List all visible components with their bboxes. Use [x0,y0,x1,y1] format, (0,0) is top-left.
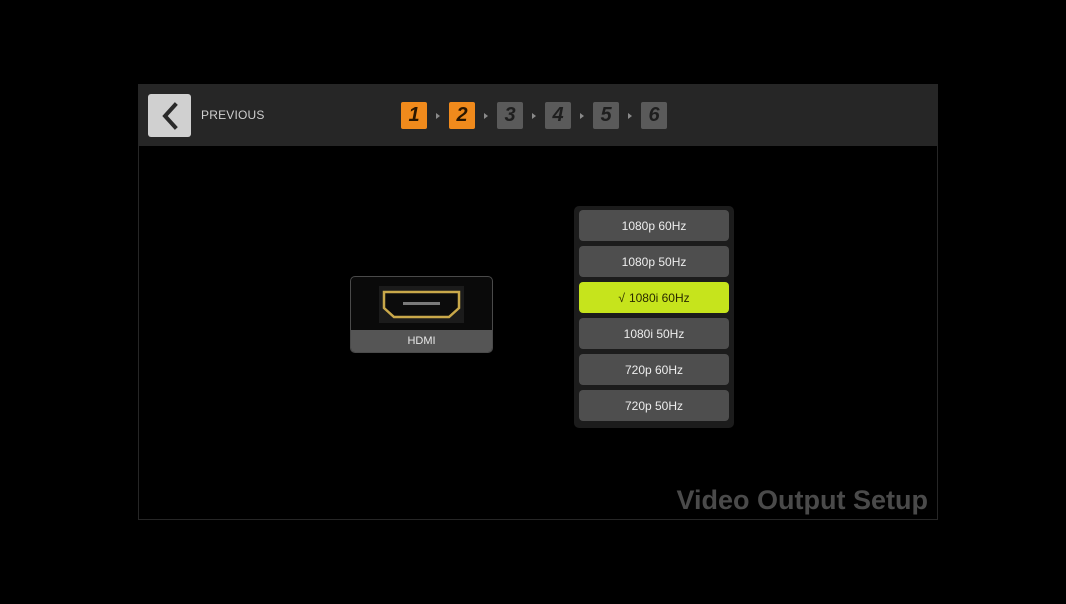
resolution-option-1080i-50hz[interactable]: 1080i 50Hz [579,318,729,349]
hdmi-label: HDMI [351,330,492,352]
resolution-option-label: 720p 50Hz [624,398,684,413]
resolution-option-label: 1080i 60Hz [628,290,690,305]
resolution-option-label: 1080p 50Hz [621,254,687,269]
resolution-option-1080i-60hz[interactable]: √ 1080i 60Hz [579,282,729,313]
step-arrow-icon [475,102,497,129]
hdmi-output-card[interactable]: HDMI [350,276,493,353]
back-button[interactable] [148,94,191,137]
resolution-option-720p-60hz[interactable]: 720p 60Hz [579,354,729,385]
resolution-option-label: 720p 60Hz [624,362,684,377]
chevron-left-icon [161,101,178,130]
hdmi-port-icon [379,286,464,323]
setup-panel: PREVIOUS 1 2 3 4 5 6 HDMI 1080p 60Hz 108… [138,84,938,520]
step-indicator: 1 2 3 4 5 6 [401,101,667,130]
resolution-option-1080p-50hz[interactable]: 1080p 50Hz [579,246,729,277]
step-3[interactable]: 3 [497,102,523,129]
step-4[interactable]: 4 [545,102,571,129]
top-bar: PREVIOUS 1 2 3 4 5 6 [139,85,937,146]
resolution-option-720p-50hz[interactable]: 720p 50Hz [579,390,729,421]
step-arrow-icon [571,102,593,129]
step-arrow-icon [523,102,545,129]
resolution-option-label: 1080i 50Hz [623,326,685,341]
checkmark-icon: √ [618,290,625,305]
resolution-list: 1080p 60Hz 1080p 50Hz √ 1080i 60Hz 1080i… [574,206,734,428]
previous-label[interactable]: PREVIOUS [201,108,265,122]
step-5[interactable]: 5 [593,102,619,129]
resolution-option-1080p-60hz[interactable]: 1080p 60Hz [579,210,729,241]
step-6[interactable]: 6 [641,102,667,129]
step-arrow-icon [427,102,449,129]
screen: PREVIOUS 1 2 3 4 5 6 HDMI 1080p 60Hz 108… [0,0,1066,604]
resolution-option-label: 1080p 60Hz [621,218,687,233]
step-2[interactable]: 2 [449,102,475,129]
step-arrow-icon [619,102,641,129]
step-1[interactable]: 1 [401,102,427,129]
page-title: Video Output Setup [676,485,929,515]
